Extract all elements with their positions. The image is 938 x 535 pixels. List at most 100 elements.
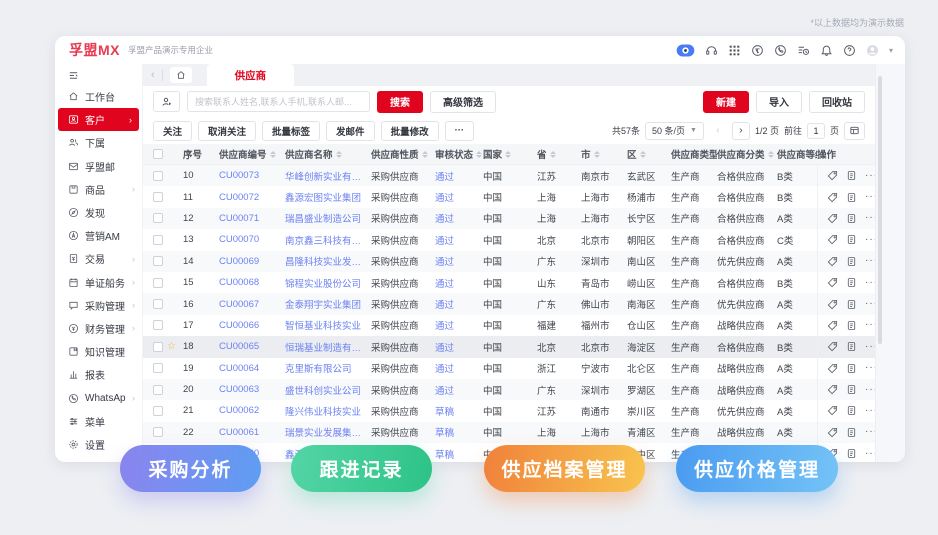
sidebar-item-知识管理[interactable]: 知识管理 bbox=[55, 340, 142, 363]
column-header-区[interactable]: 区 bbox=[627, 147, 671, 161]
feature-pill-采购分析[interactable]: 采购分析 bbox=[120, 445, 261, 492]
form-icon[interactable] bbox=[846, 234, 857, 245]
sort-icon[interactable] bbox=[549, 150, 556, 158]
sidebar-item-孚盟邮[interactable]: 孚盟邮 bbox=[55, 155, 142, 178]
sort-icon[interactable] bbox=[767, 150, 774, 158]
sidebar-item-采购管理[interactable]: 采购管理 › bbox=[55, 294, 142, 317]
favorite-star-icon[interactable]: ☆ bbox=[167, 341, 176, 352]
more-icon[interactable]: ··· bbox=[865, 234, 875, 245]
toolbar-button-关注[interactable]: 关注 bbox=[153, 120, 193, 141]
more-icon[interactable]: ··· bbox=[865, 299, 875, 309]
help-icon[interactable] bbox=[843, 44, 856, 57]
sort-icon[interactable] bbox=[593, 150, 600, 158]
tag-icon[interactable] bbox=[827, 405, 838, 416]
supplier-code-link[interactable]: CU00066 bbox=[219, 320, 285, 331]
avatar[interactable] bbox=[866, 44, 879, 57]
sort-icon[interactable] bbox=[639, 150, 646, 158]
column-header-市[interactable]: 市 bbox=[581, 147, 627, 161]
column-header-供应商性质[interactable]: 供应商性质 bbox=[371, 147, 435, 161]
more-icon[interactable]: ··· bbox=[865, 256, 875, 266]
sidebar-item-营销AM[interactable]: 营销AM bbox=[55, 224, 142, 247]
column-header-供应商编号[interactable]: 供应商编号 bbox=[219, 147, 285, 161]
page-size-select[interactable]: 50 条/页 ▼ bbox=[645, 121, 704, 140]
whatsapp-icon[interactable] bbox=[774, 44, 787, 57]
sidebar-item-下属[interactable]: 下属 bbox=[55, 131, 142, 154]
toolbar-button-取消关注[interactable]: 取消关注 bbox=[198, 120, 257, 141]
supplier-code-link[interactable]: CU00062 bbox=[219, 405, 285, 416]
ai-eye-icon[interactable] bbox=[676, 43, 695, 57]
more-icon[interactable]: ··· bbox=[865, 341, 875, 352]
sort-icon[interactable] bbox=[505, 150, 512, 158]
row-checkbox[interactable] bbox=[153, 213, 163, 224]
form-icon[interactable] bbox=[846, 192, 857, 203]
tag-icon[interactable] bbox=[827, 277, 838, 288]
supplier-name-link[interactable]: 隆兴伟业科技实业 bbox=[285, 404, 371, 418]
table-row[interactable]: ☆ 18 CU00065 恒瑞基业制造有限... 采购供应商 通过 中国 北京 北京市 海淀区 生产… bbox=[143, 336, 875, 358]
column-header-省[interactable]: 省 bbox=[537, 147, 581, 161]
sort-icon[interactable] bbox=[269, 150, 276, 158]
headset-icon[interactable] bbox=[705, 44, 718, 57]
more-actions-button[interactable]: ··· bbox=[444, 120, 475, 141]
search-button[interactable]: 搜索 bbox=[377, 90, 423, 113]
row-checkbox[interactable] bbox=[153, 277, 163, 288]
table-row[interactable]: 10 CU00073 华峰创新实业有限... 采购供应商 通过 中国 江苏 南京市 玄武区 生产商… bbox=[143, 165, 875, 187]
tag-icon[interactable] bbox=[827, 170, 838, 181]
sidebar-item-商品[interactable]: 商品 › bbox=[55, 178, 142, 201]
form-icon[interactable] bbox=[846, 213, 857, 224]
feature-pill-供应价格管理[interactable]: 供应价格管理 bbox=[676, 445, 838, 492]
sidebar-item-单证船务[interactable]: 单证船务 › bbox=[55, 271, 142, 294]
supplier-code-link[interactable]: CU00065 bbox=[219, 341, 285, 352]
form-icon[interactable] bbox=[846, 448, 857, 459]
more-icon[interactable]: ··· bbox=[865, 192, 875, 202]
supplier-code-link[interactable]: CU00064 bbox=[219, 363, 285, 374]
translate-icon[interactable] bbox=[751, 44, 764, 57]
table-row[interactable]: 13 CU00070 南京鑫三科技有限... 采购供应商 通过 中国 北京 北京市 朝阳区 生产商… bbox=[143, 229, 875, 251]
column-header-国家[interactable]: 国家 bbox=[483, 147, 537, 161]
more-icon[interactable]: ··· bbox=[865, 448, 875, 459]
form-icon[interactable] bbox=[846, 256, 857, 267]
table-row[interactable]: 12 CU00071 瑞昌盛业制造公司 采购供应商 通过 中国 上海 上海市 长宁区 生产商 合格供… bbox=[143, 207, 875, 230]
supplier-code-link[interactable]: CU00070 bbox=[219, 234, 285, 245]
sort-icon[interactable] bbox=[335, 150, 342, 158]
import-button[interactable]: 导入 bbox=[756, 90, 802, 113]
form-icon[interactable] bbox=[846, 341, 857, 352]
form-icon[interactable] bbox=[846, 405, 857, 416]
table-row[interactable]: 14 CU00069 昌隆科技实业发展... 采购供应商 通过 中国 广东 深圳市 南山区 生产商… bbox=[143, 250, 875, 272]
tag-icon[interactable] bbox=[827, 320, 838, 331]
sort-icon[interactable] bbox=[421, 150, 428, 158]
toolbar-button-批量标签[interactable]: 批量标签 bbox=[262, 120, 321, 141]
row-checkbox[interactable] bbox=[153, 170, 163, 181]
sidebar-item-WhatsAp...[interactable]: WhatsAp... › bbox=[55, 386, 142, 409]
contact-filter-icon[interactable] bbox=[153, 91, 180, 112]
supplier-code-link[interactable]: CU00063 bbox=[219, 384, 285, 395]
table-row[interactable]: 11 CU00072 鑫源宏图实业集团 采购供应商 通过 中国 上海 上海市 杨浦市 生产商 合格供… bbox=[143, 186, 875, 208]
select-all-checkbox[interactable] bbox=[153, 149, 163, 159]
bell-icon[interactable] bbox=[820, 44, 833, 57]
row-checkbox[interactable] bbox=[153, 405, 163, 416]
column-settings-icon[interactable] bbox=[844, 121, 865, 140]
tag-icon[interactable] bbox=[827, 427, 838, 438]
grid-icon[interactable] bbox=[728, 44, 741, 57]
more-icon[interactable]: ··· bbox=[865, 384, 875, 395]
supplier-name-link[interactable]: 南京鑫三科技有限... bbox=[285, 233, 371, 247]
form-icon[interactable] bbox=[846, 363, 857, 374]
supplier-code-link[interactable]: CU00069 bbox=[219, 256, 285, 267]
more-icon[interactable]: ··· bbox=[865, 405, 875, 416]
column-header-审核状态[interactable]: 审核状态 bbox=[435, 147, 483, 161]
table-row[interactable]: 15 CU00068 锦程实业股份公司 采购供应商 通过 中国 山东 青岛市 崂山区 生产商 合格供… bbox=[143, 271, 875, 294]
more-icon[interactable]: ··· bbox=[865, 170, 875, 181]
feature-pill-跟进记录[interactable]: 跟进记录 bbox=[291, 445, 432, 492]
home-tab-icon[interactable] bbox=[169, 67, 192, 83]
collapse-menu-icon[interactable] bbox=[55, 66, 142, 85]
form-icon[interactable] bbox=[846, 277, 857, 288]
column-header-供应商分类[interactable]: 供应商分类 bbox=[717, 147, 777, 161]
supplier-name-link[interactable]: 智恒基业科技实业 bbox=[285, 318, 371, 332]
supplier-name-link[interactable]: 瑞景实业发展集团... bbox=[285, 425, 371, 439]
row-checkbox[interactable] bbox=[153, 299, 163, 310]
row-checkbox[interactable] bbox=[153, 234, 163, 245]
supplier-name-link[interactable]: 盛世科创实业公司 bbox=[285, 383, 371, 397]
vertical-scrollbar[interactable] bbox=[878, 76, 882, 344]
column-header-供应商名称[interactable]: 供应商名称 bbox=[285, 147, 371, 161]
column-header-供应商类型[interactable]: 供应商类型 bbox=[671, 147, 717, 161]
supplier-code-link[interactable]: CU00061 bbox=[219, 427, 285, 438]
